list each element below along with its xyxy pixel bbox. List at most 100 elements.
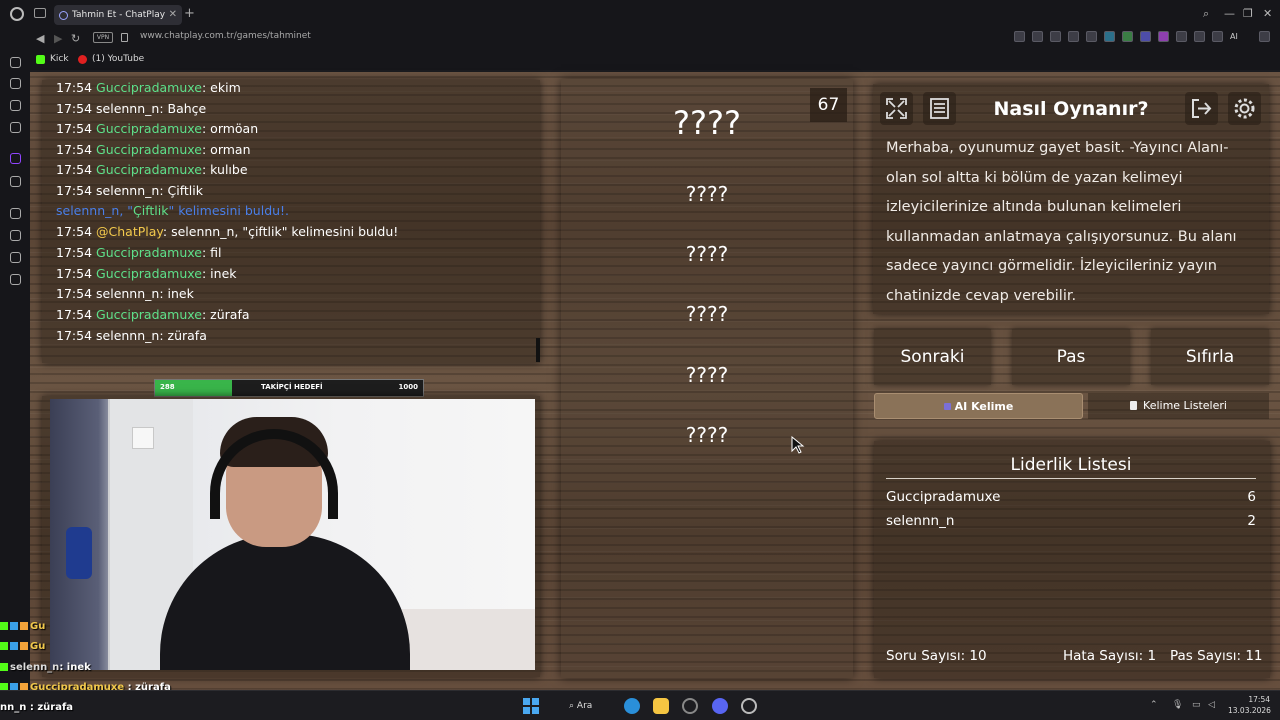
question-count: Soru Sayısı: 10	[886, 648, 987, 664]
exit-icon	[1192, 99, 1212, 118]
leaderboard-row: Guccipradamuxe 6	[886, 489, 1256, 505]
heart-icon[interactable]	[1086, 31, 1097, 42]
gear-icon	[1234, 98, 1255, 119]
forbidden-word: ????	[685, 423, 729, 447]
overlay-chat-line: selenn_n: inek	[0, 662, 91, 673]
tab-favicon-icon	[59, 11, 68, 20]
extension-icon[interactable]	[1194, 31, 1205, 42]
app-icon[interactable]	[741, 698, 757, 714]
chat-line: 17:54 Guccipradamuxe: ormöan	[56, 121, 259, 136]
exit-button[interactable]	[1185, 92, 1218, 125]
file-explorer-icon[interactable]	[653, 698, 669, 714]
chat-line: 17:54 selennn_n: inek	[56, 286, 194, 301]
extension-icon[interactable]	[1104, 31, 1115, 42]
minimize-icon[interactable]: —	[1224, 7, 1235, 20]
goal-label: TAKİPÇİ HEDEFİ	[261, 383, 323, 391]
tab-close-icon[interactable]: ✕	[169, 5, 177, 25]
extension-icon[interactable]	[1122, 31, 1133, 42]
opera-gx-icon[interactable]	[682, 698, 698, 714]
sidebar-icon[interactable]	[10, 252, 21, 263]
next-button[interactable]: Sonraki	[874, 329, 991, 385]
kick-icon	[36, 54, 45, 64]
x-icon[interactable]	[10, 176, 21, 187]
extension-icon[interactable]	[1212, 31, 1223, 42]
pass-button[interactable]: Pas	[1012, 329, 1130, 385]
chat-panel: 17:54 Guccipradamuxe: ekim 17:54 selennn…	[42, 80, 540, 363]
extension-icon[interactable]	[1158, 31, 1169, 42]
speaker-icon[interactable]: ◁	[1208, 700, 1215, 710]
extension-icon[interactable]	[1176, 31, 1187, 42]
menu-icon[interactable]	[1259, 31, 1270, 42]
reload-icon[interactable]: ↻	[71, 32, 80, 45]
tray-chevron-icon[interactable]: ⌃	[1150, 700, 1158, 710]
vpn-badge[interactable]: VPN	[93, 32, 113, 43]
twitch-icon[interactable]	[10, 153, 21, 164]
url-field[interactable]: www.chatplay.com.tr/games/tahminet	[140, 31, 311, 41]
history-icon[interactable]	[10, 230, 21, 241]
chat-scrollbar[interactable]	[536, 338, 540, 362]
extension-icon[interactable]	[1140, 31, 1151, 42]
sidebar-icon[interactable]	[10, 78, 21, 89]
system-message: selennn_n, "Çiftlik" kelimesini buldu!.	[56, 203, 290, 218]
tab-manager-icon[interactable]	[34, 8, 46, 18]
screenshot-icon[interactable]	[1032, 31, 1043, 42]
sidebar-rail	[0, 50, 30, 690]
system-clock[interactable]: 17:54 13.03.2026	[1228, 694, 1271, 716]
howto-text: Merhaba, oyunumuz gayet basit. -Yayıncı …	[886, 140, 1237, 304]
microphone-icon[interactable]: 🎙	[1172, 700, 1183, 710]
title-bar: Tahmin Et - ChatPlay ✕ + ⌕ — ❐ ✕	[0, 0, 1280, 28]
shield-icon[interactable]	[1050, 31, 1061, 42]
bookmark-kick[interactable]: Kick	[36, 54, 69, 64]
bot-message: 17:54 @ChatPlay: selennn_n, "çiftlik" ke…	[56, 224, 399, 239]
back-icon[interactable]: ◀	[36, 32, 44, 45]
tab-ai-word[interactable]: AI Kelime	[874, 393, 1083, 419]
forbidden-word: ????	[685, 363, 729, 387]
sidebar-icon[interactable]	[10, 100, 21, 111]
monitor-icon[interactable]: ▭	[1192, 700, 1201, 710]
close-window-icon[interactable]: ✕	[1263, 7, 1272, 20]
tab-word-lists[interactable]: Kelime Listeleri	[1088, 393, 1269, 419]
clipboard-icon	[1130, 401, 1138, 410]
follower-goal-bar: 288 TAKİPÇİ HEDEFİ 1000	[154, 379, 424, 397]
settings-button[interactable]	[1228, 92, 1261, 125]
chat-line: 17:54 selennn_n: Çiftlik	[56, 183, 203, 198]
maximize-icon[interactable]: ❐	[1243, 7, 1253, 20]
taskbar-search[interactable]: ⌕ Ara	[561, 697, 611, 715]
browser-logo-icon[interactable]	[10, 7, 24, 21]
chat-line: 17:54 Guccipradamuxe: inek	[56, 266, 237, 281]
main-word: ????	[673, 104, 741, 142]
bookmarks-bar: Kick (1) YouTube	[0, 50, 1280, 70]
bookmark-youtube[interactable]: (1) YouTube	[78, 54, 144, 64]
goal-current: 288	[160, 383, 175, 391]
sidebar-icon[interactable]	[10, 57, 21, 68]
leaderboard-row: selennn_n 2	[886, 513, 1256, 529]
taskbar: ⌕ Ara ⌃ 🎙 ▭ ◁ 17:54 13.03.2026	[0, 690, 1280, 720]
forbidden-word: ????	[685, 182, 729, 206]
play-icon[interactable]	[1068, 31, 1079, 42]
chat-line: 17:54 Guccipradamuxe: fil	[56, 245, 222, 260]
start-button[interactable]	[523, 698, 539, 714]
overlay-chat-line: nn_n : zürafa	[0, 702, 74, 713]
browser-tab[interactable]: Tahmin Et - ChatPlay ✕	[54, 5, 182, 25]
pin-icon[interactable]	[1014, 31, 1025, 42]
chat-line: 17:54 Guccipradamuxe: kulıbe	[56, 162, 248, 177]
mouse-cursor-icon	[791, 436, 805, 454]
reset-button[interactable]: Sıfırla	[1151, 329, 1269, 385]
chat-line: 17:54 Guccipradamuxe: zürafa	[56, 307, 250, 322]
discord-icon[interactable]	[712, 698, 728, 714]
edge-icon[interactable]	[624, 698, 640, 714]
search-icon[interactable]: ⌕	[1203, 7, 1209, 21]
sidebar-icon[interactable]	[10, 122, 21, 133]
sidebar-icon[interactable]	[10, 208, 21, 219]
tab-title: Tahmin Et - ChatPlay	[72, 10, 166, 20]
pass-count: Pas Sayısı: 11	[1170, 648, 1263, 664]
address-bar: ◀ ▶ ↻ VPN www.chatplay.com.tr/games/tahm…	[0, 28, 1280, 50]
leaderboard-panel	[874, 441, 1270, 678]
new-tab-icon[interactable]: +	[184, 6, 195, 21]
ai-extension-label[interactable]: AI	[1230, 31, 1252, 42]
forward-icon[interactable]: ▶	[54, 32, 62, 45]
leaderboard-title: Liderlik Listesi	[1010, 455, 1132, 475]
chat-line: 17:54 selennn_n: Bahçe	[56, 101, 207, 116]
settings-icon[interactable]	[10, 274, 21, 285]
lock-icon[interactable]	[121, 33, 128, 42]
